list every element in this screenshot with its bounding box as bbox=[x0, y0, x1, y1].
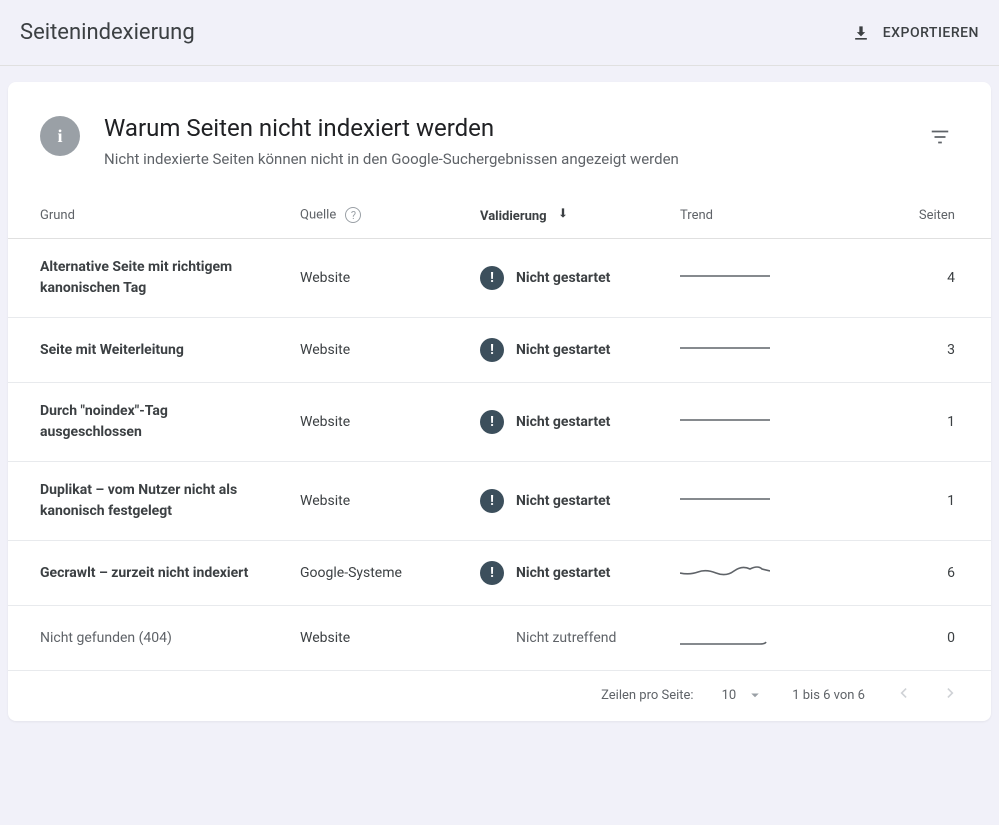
table-row[interactable]: Seite mit Weiterleitung Website! Nicht ges… bbox=[8, 318, 991, 383]
card-header: i Warum Seiten nicht indexiert werden Ni… bbox=[8, 82, 991, 192]
reason-text: Seite mit Weiterleitung bbox=[40, 340, 270, 361]
source-text: Website bbox=[288, 462, 468, 541]
source-text: Website bbox=[288, 383, 468, 462]
pagination: Zeilen pro Seite: 10 1 bis 6 von 6 bbox=[8, 671, 991, 713]
validation-cell: ! Nicht gestartet bbox=[480, 489, 656, 513]
help-icon[interactable]: ? bbox=[345, 207, 361, 223]
page-title: Seitenindexierung bbox=[20, 20, 195, 45]
reason-text: Alternative Seite mit richtigem kanonisc… bbox=[40, 257, 270, 299]
table-row[interactable]: Durch "noindex"-Tag ausgeschlossen Websit… bbox=[8, 383, 991, 462]
validation-label: Nicht zutreffend bbox=[480, 630, 656, 646]
reason-text: Gecrawlt – zurzeit nicht indexiert bbox=[40, 563, 270, 584]
rows-per-page-label: Zeilen pro Seite: bbox=[601, 688, 693, 703]
table-header-row: Grund Quelle ? Validierung Trend Seiten bbox=[8, 192, 991, 239]
trend-sparkline bbox=[668, 541, 828, 606]
col-source[interactable]: Quelle ? bbox=[288, 192, 468, 239]
source-text: Google-Systeme bbox=[288, 541, 468, 606]
trend-sparkline bbox=[668, 383, 828, 462]
reason-text: Duplikat – vom Nutzer nicht als kanonisc… bbox=[40, 480, 270, 522]
source-text: Website bbox=[288, 318, 468, 383]
prev-page-button[interactable] bbox=[893, 683, 913, 707]
info-icon: i bbox=[40, 116, 80, 156]
pages-count: 4 bbox=[828, 239, 991, 318]
sort-desc-icon bbox=[556, 206, 570, 220]
download-icon bbox=[851, 23, 871, 43]
reason-text: Nicht gefunden (404) bbox=[40, 628, 270, 649]
col-validation[interactable]: Validierung bbox=[468, 192, 668, 239]
filter-button[interactable] bbox=[921, 118, 959, 160]
col-trend: Trend bbox=[668, 192, 828, 239]
validation-cell: ! Nicht gestartet bbox=[480, 410, 656, 434]
pagination-range: 1 bis 6 von 6 bbox=[792, 688, 865, 703]
table-row[interactable]: Gecrawlt – zurzeit nicht indexiert Google… bbox=[8, 541, 991, 606]
col-pages[interactable]: Seiten bbox=[828, 192, 991, 239]
topbar: Seitenindexierung EXPORTIEREN bbox=[0, 0, 999, 66]
exclamation-icon: ! bbox=[480, 266, 504, 290]
trend-sparkline bbox=[668, 606, 828, 671]
validation-label: Nicht gestartet bbox=[516, 414, 610, 430]
source-text: Website bbox=[288, 239, 468, 318]
reasons-table: Grund Quelle ? Validierung Trend Seiten … bbox=[8, 192, 991, 671]
validation-cell: ! Nicht gestartet bbox=[480, 338, 656, 362]
validation-label: Nicht gestartet bbox=[516, 493, 610, 509]
filter-icon bbox=[929, 126, 951, 148]
validation-label: Nicht gestartet bbox=[516, 270, 610, 286]
export-label: EXPORTIEREN bbox=[883, 25, 979, 41]
chevron-right-icon bbox=[941, 683, 961, 703]
pages-count: 1 bbox=[828, 383, 991, 462]
exclamation-icon: ! bbox=[480, 338, 504, 362]
rows-per-page-value: 10 bbox=[722, 688, 737, 703]
export-button[interactable]: EXPORTIEREN bbox=[851, 23, 979, 43]
validation-cell: ! Nicht gestartet bbox=[480, 561, 656, 585]
pages-count: 0 bbox=[828, 606, 991, 671]
table-row[interactable]: Nicht gefunden (404) Website Nicht zutreff… bbox=[8, 606, 991, 671]
trend-sparkline bbox=[668, 462, 828, 541]
next-page-button[interactable] bbox=[941, 683, 961, 707]
rows-per-page-select[interactable]: 10 bbox=[722, 686, 765, 704]
pages-count: 6 bbox=[828, 541, 991, 606]
trend-sparkline bbox=[668, 318, 828, 383]
card-subtitle: Nicht indexierte Seiten können nicht in … bbox=[104, 150, 897, 168]
validation-label: Nicht gestartet bbox=[516, 342, 610, 358]
chevron-left-icon bbox=[893, 683, 913, 703]
validation-label: Nicht gestartet bbox=[516, 565, 610, 581]
reason-text: Durch "noindex"-Tag ausgeschlossen bbox=[40, 401, 270, 443]
validation-cell: ! Nicht gestartet bbox=[480, 266, 656, 290]
card-title: Warum Seiten nicht indexiert werden bbox=[104, 114, 897, 142]
exclamation-icon: ! bbox=[480, 489, 504, 513]
trend-sparkline bbox=[668, 239, 828, 318]
exclamation-icon: ! bbox=[480, 561, 504, 585]
pages-count: 1 bbox=[828, 462, 991, 541]
col-reason[interactable]: Grund bbox=[8, 192, 288, 239]
indexing-reasons-card: i Warum Seiten nicht indexiert werden Ni… bbox=[8, 82, 991, 721]
source-text: Website bbox=[288, 606, 468, 671]
exclamation-icon: ! bbox=[480, 410, 504, 434]
pages-count: 3 bbox=[828, 318, 991, 383]
table-row[interactable]: Alternative Seite mit richtigem kanonisc… bbox=[8, 239, 991, 318]
chevron-down-icon bbox=[746, 686, 764, 704]
table-row[interactable]: Duplikat – vom Nutzer nicht als kanonisc… bbox=[8, 462, 991, 541]
